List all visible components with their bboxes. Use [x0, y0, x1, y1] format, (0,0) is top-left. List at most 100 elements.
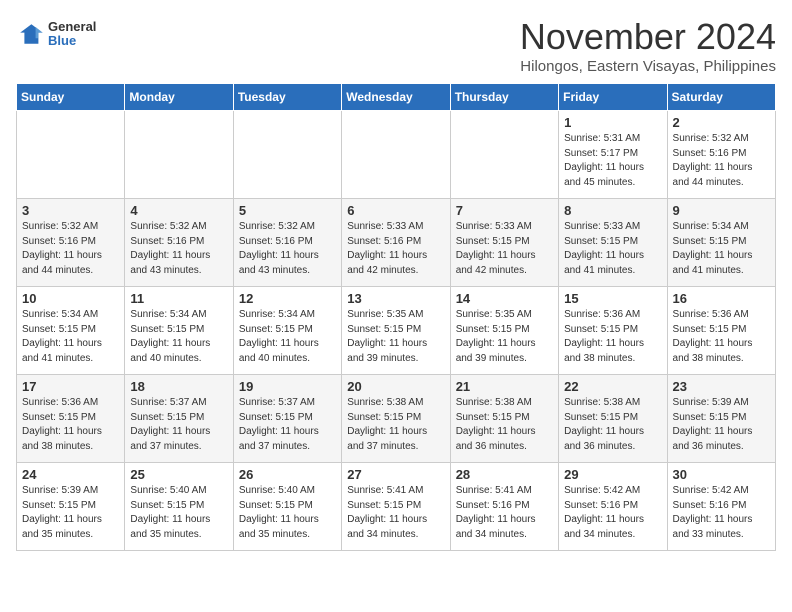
- day-info: Sunrise: 5:42 AM Sunset: 5:16 PM Dayligh…: [564, 484, 661, 542]
- day-number: 26: [239, 467, 336, 482]
- day-number: 12: [239, 291, 336, 306]
- day-number: 16: [673, 291, 770, 306]
- day-number: 18: [130, 379, 227, 394]
- calendar-header: SundayMondayTuesdayWednesdayThursdayFrid…: [17, 84, 776, 111]
- day-number: 25: [130, 467, 227, 482]
- title-section: November 2024 Hilongos, Eastern Visayas,…: [520, 16, 776, 75]
- day-info: Sunrise: 5:32 AM Sunset: 5:16 PM Dayligh…: [673, 132, 770, 190]
- day-info: Sunrise: 5:36 AM Sunset: 5:15 PM Dayligh…: [564, 308, 661, 366]
- calendar-day-cell: 21 Sunrise: 5:38 AM Sunset: 5:15 PM Dayli…: [450, 375, 558, 463]
- weekday-header: Monday: [125, 84, 233, 111]
- weekday-header: Saturday: [667, 84, 775, 111]
- logo-text: General Blue: [48, 20, 96, 49]
- page-header: General Blue November 2024 Hilongos, Eas…: [16, 16, 776, 75]
- day-number: 10: [22, 291, 119, 306]
- weekday-header: Sunday: [17, 84, 125, 111]
- calendar-week-row: 10 Sunrise: 5:34 AM Sunset: 5:15 PM Dayli…: [17, 287, 776, 375]
- day-number: 19: [239, 379, 336, 394]
- day-number: 23: [673, 379, 770, 394]
- calendar-day-cell: 10 Sunrise: 5:34 AM Sunset: 5:15 PM Dayli…: [17, 287, 125, 375]
- day-info: Sunrise: 5:40 AM Sunset: 5:15 PM Dayligh…: [130, 484, 227, 542]
- day-info: Sunrise: 5:31 AM Sunset: 5:17 PM Dayligh…: [564, 132, 661, 190]
- day-number: 9: [673, 203, 770, 218]
- month-title: November 2024: [520, 16, 776, 58]
- calendar-day-cell: 11 Sunrise: 5:34 AM Sunset: 5:15 PM Dayli…: [125, 287, 233, 375]
- calendar-day-cell: [342, 111, 450, 199]
- day-number: 22: [564, 379, 661, 394]
- day-number: 30: [673, 467, 770, 482]
- calendar-day-cell: 18 Sunrise: 5:37 AM Sunset: 5:15 PM Dayli…: [125, 375, 233, 463]
- day-info: Sunrise: 5:38 AM Sunset: 5:15 PM Dayligh…: [347, 396, 444, 454]
- day-number: 17: [22, 379, 119, 394]
- calendar-day-cell: 15Sunrise: 5:36 AM Sunset: 5:15 PM Dayli…: [559, 287, 667, 375]
- logo-blue: Blue: [48, 34, 96, 48]
- day-info: Sunrise: 5:32 AM Sunset: 5:16 PM Dayligh…: [22, 220, 119, 278]
- logo-general: General: [48, 20, 96, 34]
- day-info: Sunrise: 5:33 AM Sunset: 5:15 PM Dayligh…: [456, 220, 553, 278]
- day-info: Sunrise: 5:37 AM Sunset: 5:15 PM Dayligh…: [130, 396, 227, 454]
- day-number: 13: [347, 291, 444, 306]
- calendar-week-row: 17 Sunrise: 5:36 AM Sunset: 5:15 PM Dayli…: [17, 375, 776, 463]
- calendar-day-cell: 5Sunrise: 5:32 AM Sunset: 5:16 PM Daylig…: [233, 199, 341, 287]
- day-info: Sunrise: 5:32 AM Sunset: 5:16 PM Dayligh…: [130, 220, 227, 278]
- day-info: Sunrise: 5:39 AM Sunset: 5:15 PM Dayligh…: [673, 396, 770, 454]
- weekday-header: Friday: [559, 84, 667, 111]
- day-number: 4: [130, 203, 227, 218]
- calendar-day-cell: 4 Sunrise: 5:32 AM Sunset: 5:16 PM Daylig…: [125, 199, 233, 287]
- day-number: 29: [564, 467, 661, 482]
- calendar-day-cell: 13Sunrise: 5:35 AM Sunset: 5:15 PM Dayli…: [342, 287, 450, 375]
- calendar-day-cell: 1 Sunrise: 5:31 AM Sunset: 5:17 PM Daylig…: [559, 111, 667, 199]
- day-number: 1: [564, 115, 661, 130]
- day-info: Sunrise: 5:41 AM Sunset: 5:16 PM Dayligh…: [456, 484, 553, 542]
- calendar-week-row: 1 Sunrise: 5:31 AM Sunset: 5:17 PM Daylig…: [17, 111, 776, 199]
- day-number: 2: [673, 115, 770, 130]
- calendar-day-cell: 9 Sunrise: 5:34 AM Sunset: 5:15 PM Daylig…: [667, 199, 775, 287]
- day-number: 14: [456, 291, 553, 306]
- day-info: Sunrise: 5:36 AM Sunset: 5:15 PM Dayligh…: [673, 308, 770, 366]
- calendar-day-cell: 17 Sunrise: 5:36 AM Sunset: 5:15 PM Dayli…: [17, 375, 125, 463]
- calendar-day-cell: 24 Sunrise: 5:39 AM Sunset: 5:15 PM Dayli…: [17, 463, 125, 551]
- day-number: 21: [456, 379, 553, 394]
- day-info: Sunrise: 5:34 AM Sunset: 5:15 PM Dayligh…: [673, 220, 770, 278]
- calendar-day-cell: 25 Sunrise: 5:40 AM Sunset: 5:15 PM Dayli…: [125, 463, 233, 551]
- calendar-table: SundayMondayTuesdayWednesdayThursdayFrid…: [16, 83, 776, 551]
- location-title: Hilongos, Eastern Visayas, Philippines: [520, 58, 776, 75]
- calendar-day-cell: 7 Sunrise: 5:33 AM Sunset: 5:15 PM Daylig…: [450, 199, 558, 287]
- weekday-header: Wednesday: [342, 84, 450, 111]
- calendar-day-cell: 12 Sunrise: 5:34 AM Sunset: 5:15 PM Dayli…: [233, 287, 341, 375]
- day-number: 3: [22, 203, 119, 218]
- day-number: 6: [347, 203, 444, 218]
- day-number: 24: [22, 467, 119, 482]
- day-info: Sunrise: 5:34 AM Sunset: 5:15 PM Dayligh…: [239, 308, 336, 366]
- day-number: 5: [239, 203, 336, 218]
- calendar-week-row: 3 Sunrise: 5:32 AM Sunset: 5:16 PM Daylig…: [17, 199, 776, 287]
- day-number: 11: [130, 291, 227, 306]
- day-info: Sunrise: 5:34 AM Sunset: 5:15 PM Dayligh…: [22, 308, 119, 366]
- day-number: 7: [456, 203, 553, 218]
- weekday-header: Tuesday: [233, 84, 341, 111]
- weekday-header: Thursday: [450, 84, 558, 111]
- day-number: 28: [456, 467, 553, 482]
- calendar-day-cell: 3 Sunrise: 5:32 AM Sunset: 5:16 PM Daylig…: [17, 199, 125, 287]
- calendar-day-cell: 26 Sunrise: 5:40 AM Sunset: 5:15 PM Dayli…: [233, 463, 341, 551]
- day-info: Sunrise: 5:36 AM Sunset: 5:15 PM Dayligh…: [22, 396, 119, 454]
- logo: General Blue: [16, 20, 96, 49]
- calendar-day-cell: 27Sunrise: 5:41 AM Sunset: 5:15 PM Dayli…: [342, 463, 450, 551]
- day-info: Sunrise: 5:38 AM Sunset: 5:15 PM Dayligh…: [456, 396, 553, 454]
- day-info: Sunrise: 5:33 AM Sunset: 5:16 PM Dayligh…: [347, 220, 444, 278]
- calendar-day-cell: 16 Sunrise: 5:36 AM Sunset: 5:15 PM Dayli…: [667, 287, 775, 375]
- calendar-body: 1 Sunrise: 5:31 AM Sunset: 5:17 PM Daylig…: [17, 111, 776, 551]
- day-info: Sunrise: 5:39 AM Sunset: 5:15 PM Dayligh…: [22, 484, 119, 542]
- day-info: Sunrise: 5:38 AM Sunset: 5:15 PM Dayligh…: [564, 396, 661, 454]
- calendar-day-cell: 22 Sunrise: 5:38 AM Sunset: 5:15 PM Dayli…: [559, 375, 667, 463]
- calendar-day-cell: 23 Sunrise: 5:39 AM Sunset: 5:15 PM Dayli…: [667, 375, 775, 463]
- day-info: Sunrise: 5:34 AM Sunset: 5:15 PM Dayligh…: [130, 308, 227, 366]
- day-info: Sunrise: 5:35 AM Sunset: 5:15 PM Dayligh…: [456, 308, 553, 366]
- day-info: Sunrise: 5:42 AM Sunset: 5:16 PM Dayligh…: [673, 484, 770, 542]
- calendar-day-cell: 29 Sunrise: 5:42 AM Sunset: 5:16 PM Dayli…: [559, 463, 667, 551]
- calendar-day-cell: [17, 111, 125, 199]
- calendar-day-cell: 6 Sunrise: 5:33 AM Sunset: 5:16 PM Daylig…: [342, 199, 450, 287]
- calendar-day-cell: [125, 111, 233, 199]
- day-number: 20: [347, 379, 444, 394]
- day-info: Sunrise: 5:40 AM Sunset: 5:15 PM Dayligh…: [239, 484, 336, 542]
